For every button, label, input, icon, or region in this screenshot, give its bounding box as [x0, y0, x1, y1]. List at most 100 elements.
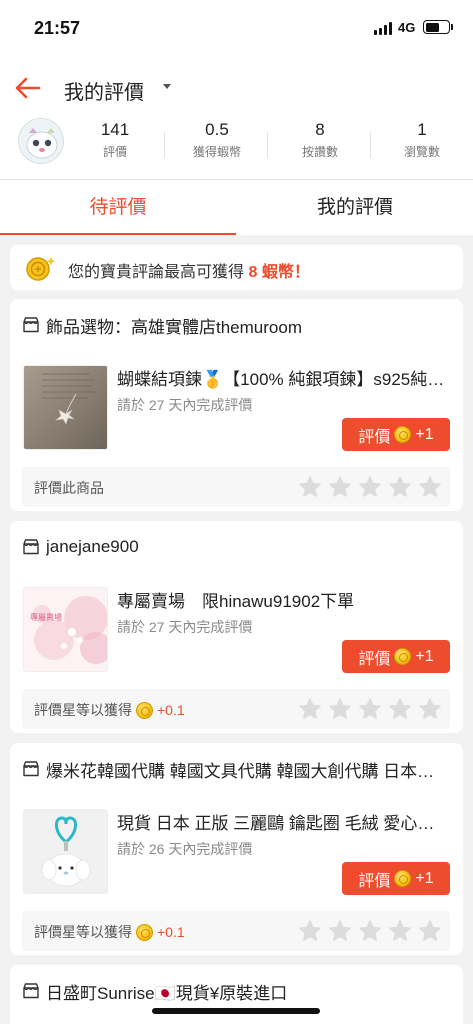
rating-hint-text: 評價此商品	[34, 480, 104, 496]
star-rating	[298, 697, 442, 721]
signal-icon	[374, 22, 392, 35]
rating-hint-text: 評價星等以獲得	[34, 702, 132, 718]
star-icon[interactable]	[418, 697, 442, 721]
star-icon[interactable]	[328, 697, 352, 721]
star-icon[interactable]	[418, 475, 442, 499]
rate-button-label: 評價	[358, 428, 391, 446]
shop-icon	[23, 983, 39, 999]
page-header: 我的評價	[0, 58, 473, 118]
star-icon[interactable]	[328, 919, 352, 943]
rate-button[interactable]: 評價 +1	[342, 640, 450, 673]
shop-name: janejane900	[46, 537, 139, 556]
rating-hint: 評價星等以獲得 +0.1	[34, 700, 185, 720]
review-tabs: 待評價 我的評價	[0, 180, 473, 235]
shop-icon	[23, 761, 39, 777]
coin-icon	[394, 426, 412, 443]
rate-button-bonus: +1	[415, 869, 434, 887]
star-icon[interactable]	[418, 919, 442, 943]
stat-label: 評價	[102, 145, 127, 159]
stat-value: 1	[417, 120, 427, 139]
banner-text: 您的寶貴評論最高可獲得 8 蝦幣！	[68, 258, 310, 282]
rating-hint: 評價星等以獲得 +0.1	[34, 922, 185, 942]
avatar[interactable]	[18, 118, 64, 164]
rate-button-label: 評價	[358, 650, 391, 668]
product-name[interactable]: 專屬賣場 限hinawu91902下單	[117, 587, 447, 612]
product-image[interactable]	[23, 809, 108, 894]
review-deadline: 請於 27 天內完成評價	[117, 397, 253, 413]
coin-stack-icon	[24, 254, 58, 282]
product-image[interactable]: 專屬賣場	[23, 587, 108, 672]
quick-rating-bar: 評價星等以獲得 +0.1	[22, 911, 450, 951]
star-icon[interactable]	[358, 697, 382, 721]
shop-name: 爆米花韓國代購 韓國文具代購 韓國大創代購 日本代購	[46, 761, 451, 781]
order-card: 爆米花韓國代購 韓國文具代購 韓國大創代購 日本代購 現貨 日本 正版 三麗鷗 …	[10, 743, 463, 955]
star-icon[interactable]	[388, 475, 412, 499]
tab-my-reviews[interactable]: 我的評價	[237, 180, 473, 235]
coin-icon	[394, 870, 412, 887]
shop-row[interactable]: janejane900	[22, 535, 451, 559]
home-indicator[interactable]	[152, 1008, 320, 1014]
star-icon[interactable]	[328, 475, 352, 499]
product-name[interactable]: 蝴蝶結項鍊🥇【100% 純銀項鍊】s925純銀項鍊	[117, 365, 447, 390]
rating-bonus: +0.1	[157, 924, 185, 940]
stat-label: 瀏覽數	[403, 145, 440, 159]
star-rating	[298, 475, 442, 499]
coin-icon	[136, 923, 153, 941]
coin-icon	[394, 648, 412, 665]
banner-prefix: 您的寶貴評論最高可獲得	[68, 264, 245, 281]
thumb-caption: 專屬賣場	[30, 612, 62, 622]
star-icon[interactable]	[298, 919, 322, 943]
star-icon[interactable]	[298, 475, 322, 499]
star-icon[interactable]	[388, 919, 412, 943]
product-name[interactable]: 現貨 日本 正版 三麗鷗 鑰匙圈 毛絨 愛心吊飾	[117, 809, 447, 834]
rating-hint: 評價此商品	[34, 478, 104, 498]
rating-bonus: +0.1	[157, 702, 185, 718]
review-deadline: 請於 26 天內完成評價	[117, 841, 253, 857]
stat-reviews[interactable]: 141 評價	[63, 120, 167, 160]
stat-label: 按讚數	[301, 145, 338, 159]
star-icon[interactable]	[388, 697, 412, 721]
shop-row[interactable]: 飾品選物：高雄實體店themuroom	[22, 313, 451, 337]
shop-icon	[23, 539, 39, 555]
rate-button-bonus: +1	[415, 647, 434, 665]
stat-value: 8	[315, 120, 325, 139]
stat-value: 141	[100, 120, 130, 139]
star-rating	[298, 919, 442, 943]
stat-value: 0.5	[205, 120, 229, 139]
stat-coins[interactable]: 0.5 獲得蝦幣	[165, 120, 269, 160]
order-card: 日盛町Sunrise🇯🇵現貨¥原裝進口	[10, 965, 463, 1024]
product-image[interactable]	[23, 365, 108, 450]
quick-rating-bar: 評價此商品	[22, 467, 450, 507]
battery-icon	[423, 20, 450, 34]
star-icon[interactable]	[358, 475, 382, 499]
shop-row[interactable]: 爆米花韓國代購 韓國文具代購 韓國大創代購 日本代購	[22, 757, 451, 781]
star-icon[interactable]	[358, 919, 382, 943]
shop-row[interactable]: 日盛町Sunrise🇯🇵現貨¥原裝進口	[22, 979, 451, 1003]
shop-icon	[23, 317, 39, 333]
stat-label: 獲得蝦幣	[192, 145, 241, 159]
banner-highlight: 8 蝦幣！	[248, 264, 310, 281]
rate-button[interactable]: 評價 +1	[342, 862, 450, 895]
stat-likes[interactable]: 8 按讚數	[268, 120, 372, 160]
shop-name: 飾品選物：高雄實體店themuroom	[46, 317, 302, 337]
rate-button-label: 評價	[358, 872, 391, 890]
stat-views[interactable]: 1 瀏覽數	[370, 120, 473, 160]
coin-banner: 您的寶貴評論最高可獲得 8 蝦幣！	[10, 245, 463, 290]
status-time: 21:57	[34, 18, 81, 38]
rate-button-bonus: +1	[415, 425, 434, 443]
rating-hint-text: 評價星等以獲得	[34, 924, 132, 940]
page-title[interactable]: 我的評價	[64, 76, 144, 105]
back-button[interactable]	[12, 72, 44, 104]
status-bar: 21:57 4G	[0, 0, 473, 58]
caret-down-icon[interactable]	[163, 84, 171, 89]
tab-pending[interactable]: 待評價	[0, 180, 236, 235]
star-icon[interactable]	[298, 697, 322, 721]
quick-rating-bar: 評價星等以獲得 +0.1	[22, 689, 450, 729]
review-deadline: 請於 27 天內完成評價	[117, 619, 253, 635]
order-card: 飾品選物：高雄實體店themuroom 蝴蝶結項鍊🥇【100% 純銀項鍊】s92…	[10, 299, 463, 511]
profile-stats: 141 評價 0.5 獲得蝦幣 8 按讚數 1 瀏覽數	[0, 118, 473, 180]
rate-button[interactable]: 評價 +1	[342, 418, 450, 451]
arrow-left-icon	[15, 77, 41, 99]
shop-name: 日盛町Sunrise🇯🇵現貨¥原裝進口	[46, 983, 288, 1003]
battery-cap	[451, 24, 453, 30]
